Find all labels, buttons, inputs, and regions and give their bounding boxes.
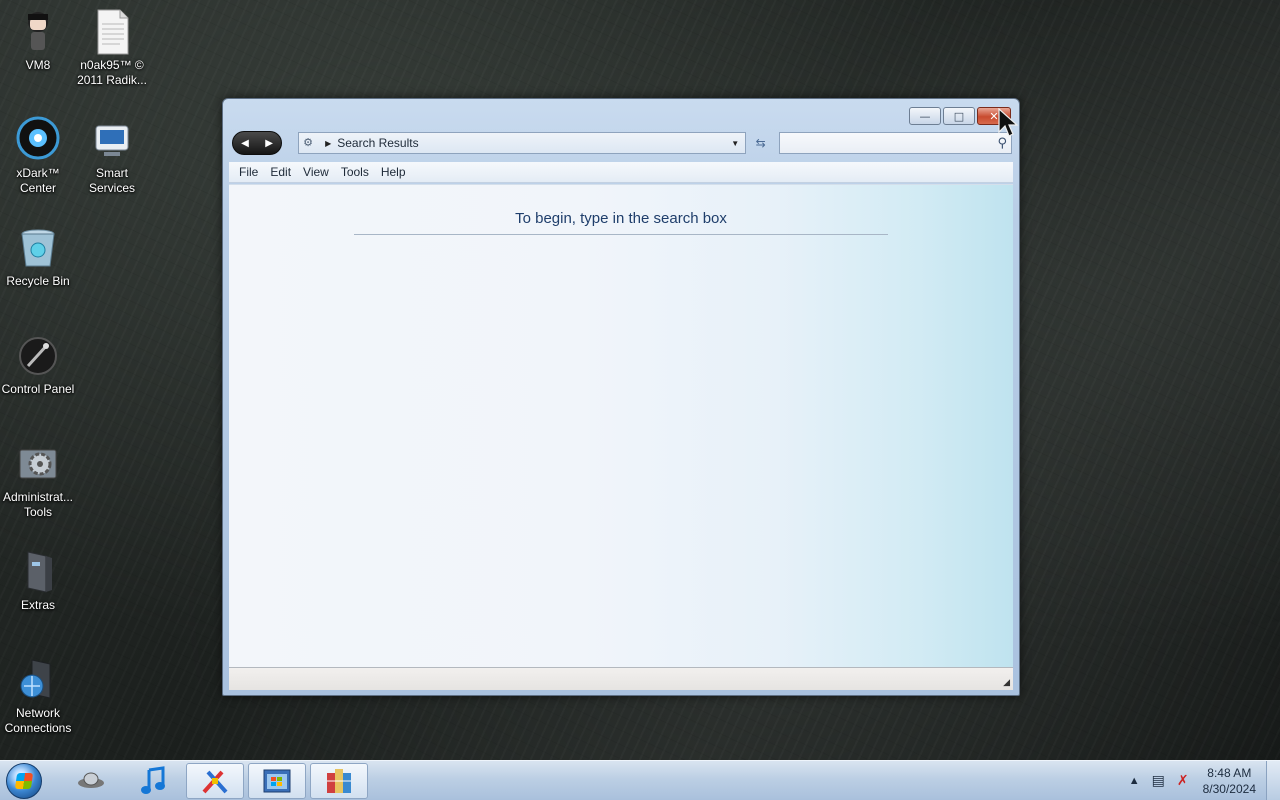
back-arrow-icon[interactable]: ◀ bbox=[241, 138, 249, 149]
forward-arrow-icon[interactable]: ▶ bbox=[265, 138, 273, 149]
menu-bar: File Edit View Tools Help bbox=[229, 162, 1013, 183]
desktop-icon-extras[interactable]: Extras bbox=[0, 548, 76, 613]
network-status-icon[interactable]: ▤ bbox=[1152, 772, 1165, 789]
show-hidden-icons-icon[interactable]: ▲ bbox=[1129, 775, 1140, 787]
search-location-icon: ⚙ bbox=[303, 137, 313, 149]
desktop-icon-label: Extras bbox=[20, 598, 55, 612]
network-connections-icon bbox=[16, 656, 60, 700]
clock-date: 8/30/2024 bbox=[1202, 781, 1256, 796]
archive-icon bbox=[327, 768, 351, 793]
taskbar-paint-tool[interactable] bbox=[186, 762, 244, 799]
taskbar: ▲ ▤ ✗ 8:48 AM 8/30/2024 bbox=[0, 760, 1280, 800]
desktop-icon-document[interactable]: n0ak95™ © 2011 Radik... bbox=[74, 8, 150, 88]
desktop-icon-label: Administrat... Tools bbox=[2, 490, 74, 519]
menu-item-tools[interactable]: Tools bbox=[335, 165, 375, 179]
refresh-button[interactable]: ⇆ bbox=[748, 132, 773, 154]
menu-item-edit[interactable]: Edit bbox=[264, 165, 297, 179]
desktop-icon-label: VM8 bbox=[25, 58, 51, 72]
taskbar-music-player[interactable] bbox=[124, 763, 182, 799]
taskbar-media-player[interactable] bbox=[62, 763, 120, 799]
music-icon bbox=[141, 765, 165, 794]
clock-time: 8:48 AM bbox=[1207, 765, 1252, 780]
desktop-icon-administrative-tools[interactable]: Administrat... Tools bbox=[0, 440, 76, 520]
taskbar-archive-app[interactable] bbox=[310, 762, 368, 799]
smart-services-icon bbox=[90, 116, 134, 160]
paint-tool-icon bbox=[202, 770, 228, 793]
explorer-window-icon bbox=[263, 769, 291, 792]
menu-item-view[interactable]: View bbox=[297, 165, 335, 179]
address-bar[interactable]: ⚙ ▶ Search Results ▼ bbox=[298, 132, 747, 154]
search-results-window[interactable]: — □ ✕ ◀ ▶ ⚙ ▶ Search Results ▼ ⇆ ⚲ File … bbox=[222, 98, 1020, 696]
menu-item-help[interactable]: Help bbox=[375, 165, 412, 179]
maximize-button[interactable]: □ bbox=[943, 107, 975, 125]
admin-tools-icon bbox=[16, 440, 60, 484]
xdark-center-icon bbox=[16, 116, 60, 160]
window-controls: — □ ✕ bbox=[907, 107, 1011, 125]
desktop-icon-label: xDark™ Center bbox=[16, 166, 60, 195]
anime-character-icon bbox=[16, 8, 60, 52]
taskbar-explorer-window[interactable] bbox=[248, 762, 306, 799]
chevron-down-icon[interactable]: ▼ bbox=[731, 139, 739, 148]
navigation-bar: ◀ ▶ ⚙ ▶ Search Results ▼ ⇆ ⚲ bbox=[232, 130, 1012, 156]
desktop-icon-control-panel[interactable]: Control Panel bbox=[0, 332, 76, 397]
desktop-icon-label: Control Panel bbox=[1, 382, 75, 396]
desktop-icon-network-connections[interactable]: Network Connections bbox=[0, 656, 76, 736]
show-desktop-button[interactable] bbox=[1266, 760, 1280, 800]
desktop-icon-label: Network Connections bbox=[4, 706, 72, 735]
minimize-icon: — bbox=[919, 109, 931, 123]
back-forward-buttons: ◀ ▶ bbox=[232, 131, 283, 155]
menu-item-file[interactable]: File bbox=[233, 165, 264, 179]
desktop-icon-xdark-center[interactable]: xDark™ Center bbox=[0, 116, 76, 196]
desktop-icon-label: Smart Services bbox=[88, 166, 135, 195]
extras-icon bbox=[16, 548, 60, 593]
status-bar: ◢ bbox=[229, 667, 1013, 690]
refresh-icon: ⇆ bbox=[755, 136, 766, 150]
windows-logo-icon bbox=[6, 762, 42, 799]
resize-grip-icon[interactable]: ◢ bbox=[1003, 678, 1010, 688]
desktop-icon-recycle-bin[interactable]: Recycle Bin bbox=[0, 224, 76, 289]
search-hint: To begin, type in the search box bbox=[354, 210, 888, 235]
media-player-icon bbox=[78, 772, 104, 788]
search-input[interactable]: ⚲ bbox=[779, 132, 1012, 154]
system-tray: ▲ ▤ ✗ 8:48 AM 8/30/2024 bbox=[1123, 760, 1280, 800]
desktop-icon-label: Recycle Bin bbox=[6, 274, 70, 288]
results-pane[interactable]: To begin, type in the search box bbox=[229, 184, 1013, 667]
desktop-icon-label: n0ak95™ © 2011 Radik... bbox=[77, 58, 147, 87]
recycle-bin-icon bbox=[16, 224, 60, 268]
control-panel-icon bbox=[16, 332, 60, 376]
address-text: Search Results bbox=[337, 136, 419, 150]
breadcrumb-arrow-icon[interactable]: ▶ bbox=[325, 139, 331, 148]
start-button[interactable] bbox=[0, 761, 48, 800]
volume-muted-icon[interactable]: ✗ bbox=[1177, 772, 1189, 789]
desktop-icon-vm8[interactable]: VM8 bbox=[0, 8, 76, 73]
document-icon bbox=[90, 8, 134, 55]
desktop-icon-smart-services[interactable]: Smart Services bbox=[74, 116, 150, 196]
maximize-icon: □ bbox=[953, 109, 965, 123]
minimize-button[interactable]: — bbox=[909, 107, 941, 125]
clock[interactable]: 8:48 AM 8/30/2024 bbox=[1203, 765, 1256, 797]
